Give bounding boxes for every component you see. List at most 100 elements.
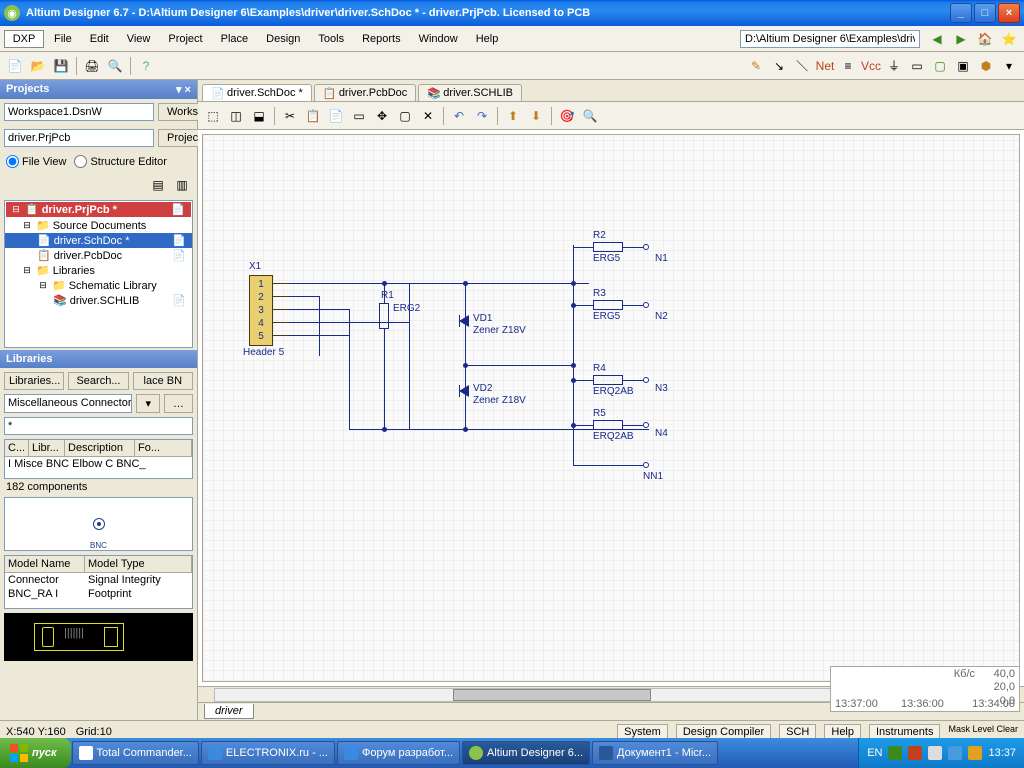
tree-schdoc[interactable]: 📄 driver.SchDoc *📄 bbox=[5, 233, 192, 248]
system-tray[interactable]: EN 13:37 bbox=[858, 738, 1024, 768]
vd2-component[interactable] bbox=[459, 385, 469, 397]
project-input[interactable] bbox=[4, 129, 154, 147]
tool-arrow-icon[interactable]: ↘ bbox=[768, 55, 790, 77]
preview-icon[interactable]: 🔍 bbox=[104, 55, 126, 77]
menu-edit[interactable]: Edit bbox=[82, 30, 117, 48]
lang-indicator[interactable]: EN bbox=[867, 747, 882, 759]
project-tree[interactable]: ⊟📋 driver.PrjPcb *📄 ⊟📁 Source Documents … bbox=[4, 200, 193, 348]
library-filter[interactable] bbox=[4, 417, 193, 435]
radio-structure[interactable]: Structure Editor bbox=[74, 155, 166, 168]
taskbar-item-1[interactable]: Total Commander... bbox=[72, 741, 199, 765]
taskbar-item-4[interactable]: Altium Designer 6... bbox=[462, 741, 590, 765]
hierarchy-up-icon[interactable]: ⬆ bbox=[502, 105, 524, 127]
tool-part-icon[interactable]: ▭ bbox=[906, 55, 928, 77]
schematic-canvas[interactable]: X1 1 2 3 4 5 Header 5 bbox=[202, 134, 1020, 682]
sheet-tab-driver[interactable]: driver bbox=[204, 704, 254, 719]
menu-place[interactable]: Place bbox=[213, 30, 257, 48]
deselect-icon[interactable]: ▢ bbox=[394, 105, 416, 127]
redo-icon[interactable]: ↷ bbox=[471, 105, 493, 127]
tool-entry-icon[interactable]: ▣ bbox=[952, 55, 974, 77]
new-icon[interactable]: 📄 bbox=[4, 55, 26, 77]
r1-component[interactable] bbox=[379, 303, 389, 329]
paste-icon[interactable]: 📄 bbox=[325, 105, 347, 127]
model-row-1[interactable]: ConnectorSignal Integrity bbox=[5, 573, 192, 587]
tray-icon-1[interactable] bbox=[888, 746, 902, 760]
nav-home-icon[interactable]: 🏠 bbox=[974, 28, 996, 50]
zoom-sel-icon[interactable]: ⬓ bbox=[248, 105, 270, 127]
port-nn1[interactable] bbox=[643, 462, 649, 468]
start-button[interactable]: пуск bbox=[0, 738, 71, 768]
tool-port-icon[interactable]: ⬢ bbox=[975, 55, 997, 77]
library-combo-drop[interactable]: ▾ bbox=[136, 394, 160, 413]
tool-pencil-icon[interactable]: ✎ bbox=[745, 55, 767, 77]
tool-vcc-icon[interactable]: Vcc bbox=[860, 55, 882, 77]
browse-icon[interactable]: 🔍 bbox=[579, 105, 601, 127]
x1-component[interactable]: 1 2 3 4 5 bbox=[249, 275, 273, 346]
taskbar-item-5[interactable]: Документ1 - Micr... bbox=[592, 741, 718, 765]
tree-pcbdoc[interactable]: 📋 driver.PcbDoc📄 bbox=[5, 248, 192, 263]
zoom-fit-icon[interactable]: ⬚ bbox=[202, 105, 224, 127]
tree-libraries-folder[interactable]: ⊟📁 Libraries bbox=[5, 263, 192, 278]
print-icon[interactable]: 🖨 bbox=[81, 55, 103, 77]
r4-component[interactable] bbox=[593, 375, 623, 385]
close-button[interactable]: × bbox=[998, 3, 1020, 23]
search-button[interactable]: Search... bbox=[68, 372, 128, 390]
scroll-thumb[interactable] bbox=[453, 689, 651, 701]
panel-btn2-icon[interactable]: ▥ bbox=[171, 174, 193, 196]
r2-component[interactable] bbox=[593, 242, 623, 252]
clear-icon[interactable]: ✕ bbox=[417, 105, 439, 127]
component-list[interactable]: C... Libr... Description Fo... I Misce B… bbox=[4, 439, 193, 479]
menu-file[interactable]: File bbox=[46, 30, 80, 48]
tree-schlib-file[interactable]: 📚 driver.SCHLIB📄 bbox=[5, 293, 192, 308]
col-lib[interactable]: Libr... bbox=[29, 440, 65, 456]
port-n3[interactable] bbox=[643, 377, 649, 383]
tray-icon-5[interactable] bbox=[968, 746, 982, 760]
col-desc[interactable]: Description bbox=[65, 440, 135, 456]
cut-icon[interactable]: ✂ bbox=[279, 105, 301, 127]
tool-net-icon[interactable]: Net bbox=[814, 55, 836, 77]
menu-tools[interactable]: Tools bbox=[310, 30, 352, 48]
copy-icon[interactable]: 📋 bbox=[302, 105, 324, 127]
col-fp[interactable]: Fo... bbox=[135, 440, 192, 456]
hierarchy-down-icon[interactable]: ⬇ bbox=[525, 105, 547, 127]
tree-schlib-folder[interactable]: ⊟📁 Schematic Library bbox=[5, 278, 192, 293]
clock[interactable]: 13:37 bbox=[988, 747, 1016, 759]
tool-sheet-icon[interactable]: ▢ bbox=[929, 55, 951, 77]
col-c[interactable]: C... bbox=[5, 440, 29, 456]
col-modeltype[interactable]: Model Type bbox=[85, 556, 192, 572]
undo-icon[interactable]: ↶ bbox=[448, 105, 470, 127]
menu-project[interactable]: Project bbox=[160, 30, 210, 48]
menu-window[interactable]: Window bbox=[411, 30, 466, 48]
rubber-icon[interactable]: ▭ bbox=[348, 105, 370, 127]
tray-volume-icon[interactable] bbox=[928, 746, 942, 760]
menu-reports[interactable]: Reports bbox=[354, 30, 409, 48]
maximize-button[interactable]: □ bbox=[974, 3, 996, 23]
tray-icon-2[interactable] bbox=[908, 746, 922, 760]
dxp-logo[interactable]: DXP bbox=[4, 30, 44, 48]
tab-schdoc[interactable]: 📄driver.SchDoc * bbox=[202, 84, 312, 101]
tree-source-folder[interactable]: ⊟📁 Source Documents bbox=[5, 218, 192, 233]
workspace-input[interactable] bbox=[4, 103, 154, 121]
tool-more-icon[interactable]: ▾ bbox=[998, 55, 1020, 77]
nav-back-icon[interactable]: ◀ bbox=[926, 28, 948, 50]
r5-component[interactable] bbox=[593, 420, 623, 430]
r3-component[interactable] bbox=[593, 300, 623, 310]
tool-gnd-icon[interactable]: ⏚ bbox=[883, 55, 905, 77]
port-n2[interactable] bbox=[643, 302, 649, 308]
libraries-button[interactable]: Libraries... bbox=[4, 372, 64, 390]
library-combo-more[interactable]: … bbox=[164, 394, 193, 413]
model-row-2[interactable]: BNC_RA IFootprint bbox=[5, 587, 192, 601]
radio-file-view[interactable]: File View bbox=[6, 155, 66, 168]
zoom-area-icon[interactable]: ◫ bbox=[225, 105, 247, 127]
place-button[interactable]: lace BN bbox=[133, 372, 193, 390]
menu-view[interactable]: View bbox=[119, 30, 159, 48]
list-item[interactable]: I Misce BNC Elbow C BNC_ bbox=[5, 457, 192, 471]
menu-design[interactable]: Design bbox=[258, 30, 308, 48]
save-icon[interactable]: 💾 bbox=[50, 55, 72, 77]
port-n1[interactable] bbox=[643, 244, 649, 250]
tree-project-root[interactable]: ⊟📋 driver.PrjPcb *📄 bbox=[6, 202, 191, 217]
panel-btn1-icon[interactable]: ▤ bbox=[147, 174, 169, 196]
path-input[interactable] bbox=[740, 30, 920, 48]
help-icon[interactable]: ? bbox=[135, 55, 157, 77]
tool-line-icon[interactable]: ＼ bbox=[791, 55, 813, 77]
